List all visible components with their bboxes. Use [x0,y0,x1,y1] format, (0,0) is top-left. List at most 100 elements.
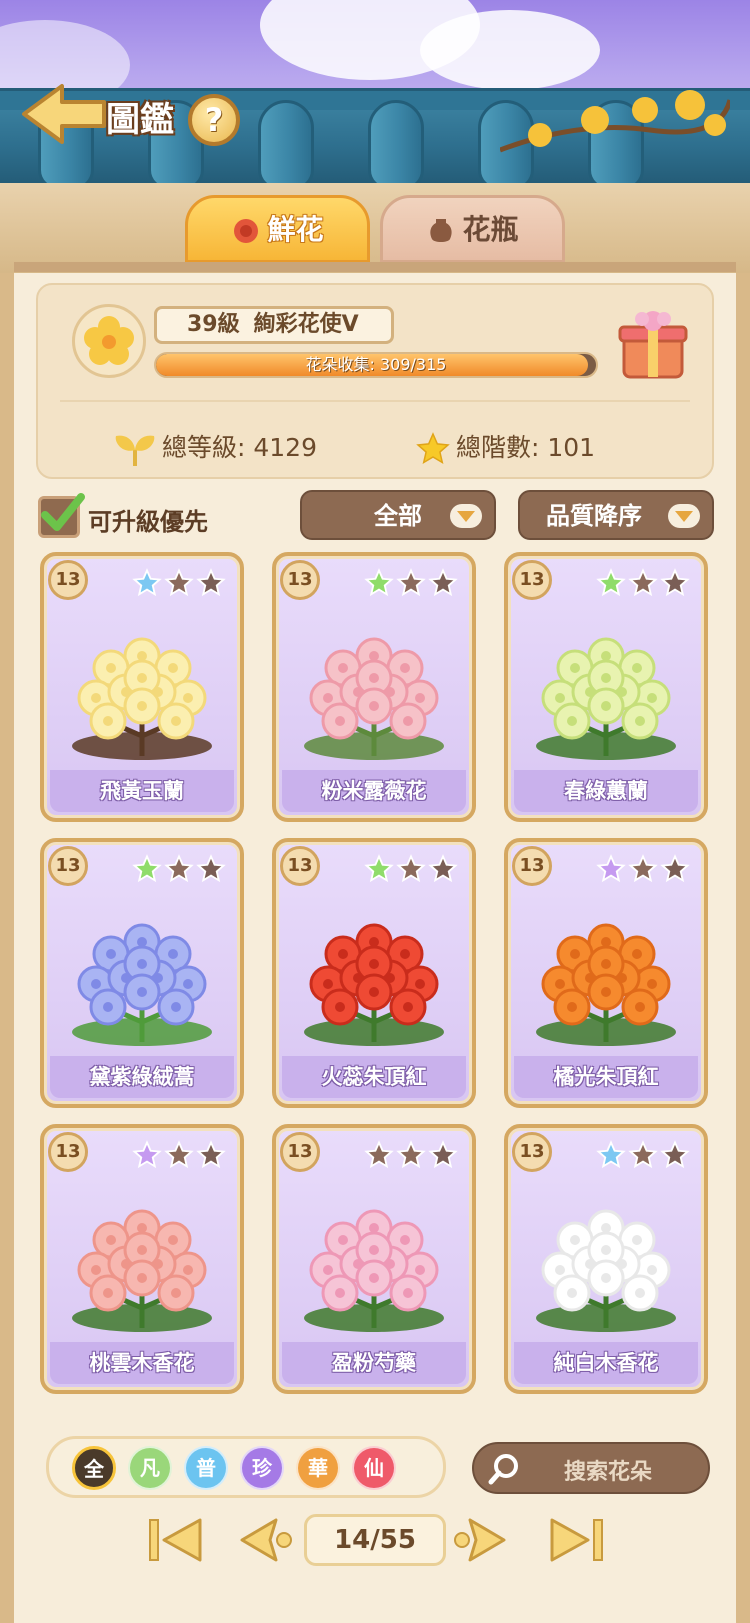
star-icon [596,1140,626,1170]
prev-page-icon[interactable] [236,1514,294,1566]
flower-branch-decoration [500,90,730,153]
flower-search-input[interactable]: 搜索花朵 [472,1442,710,1494]
star-icon [428,568,458,598]
star-icon [396,568,426,598]
checkmark-icon [41,493,85,531]
star-icon [596,568,626,598]
flower-level-badge: 13 [48,560,88,600]
star-icon [596,854,626,884]
star-icon [428,854,458,884]
flower-level-badge: 13 [512,560,552,600]
rarity-elegant-button[interactable]: 華 [296,1446,340,1490]
flower-illustration [56,606,228,766]
star-rating [362,568,458,602]
roof-tile [258,100,314,190]
flower-name: 火蕊朱頂紅 [282,1056,466,1098]
flower-level-badge: 13 [280,560,320,600]
flower-name: 粉米露薇花 [282,770,466,812]
flower-name: 橘光朱頂紅 [514,1056,698,1098]
star-rating [594,568,690,602]
upgrade-priority-label[interactable]: 可升級優先 [88,502,208,537]
star-rating [130,854,226,888]
star-icon [416,432,450,465]
flower-emblem-icon [84,316,134,365]
star-rating [362,854,458,888]
upgrade-priority-checkbox[interactable] [38,493,85,538]
total-stage-stat: 總階數: 101 [414,428,595,467]
tab-flowers-label: 鮮花 [267,213,324,246]
panel-header-band [0,183,750,273]
help-button[interactable]: ? [188,94,240,146]
flower-illustration [56,892,228,1052]
star-icon [164,854,194,884]
category-dropdown-value: 全部 [374,502,422,530]
search-placeholder: 搜索花朵 [564,1460,653,1485]
star-icon [164,1140,194,1170]
flower-name: 春綠蕙蘭 [514,770,698,812]
star-icon [196,1140,226,1170]
flower-illustration [288,606,460,766]
sort-dropdown-value: 品質降序 [546,502,642,530]
flower-card[interactable]: 13 黛紫綠絨蒿 [40,838,244,1108]
rarity-immortal-button[interactable]: 仙 [352,1446,396,1490]
sort-dropdown[interactable]: 品質降序 [518,490,714,540]
collection-progress-text: 花朵收集: 309/315 [305,355,447,374]
total-level-text: 總等級: 4129 [162,433,317,462]
flower-card[interactable]: 13 盈粉芍藥 [272,1124,476,1394]
search-icon [488,1454,518,1485]
next-page-icon[interactable] [452,1514,510,1566]
roof-tile [368,100,424,190]
rose-icon [234,219,259,243]
tab-vases[interactable]: 花瓶 [380,195,565,263]
flower-name: 桃雲木香花 [50,1342,234,1384]
player-level: 39級 [187,312,240,337]
flower-illustration [520,1178,692,1338]
rank-badge [72,304,146,378]
vase-icon [430,219,453,242]
flower-card[interactable]: 13 粉米露薇花 [272,552,476,822]
star-icon [396,1140,426,1170]
flower-illustration [288,892,460,1052]
star-icon [196,568,226,598]
flower-name: 飛黃玉蘭 [50,770,234,812]
flower-level-badge: 13 [512,1132,552,1172]
flower-card[interactable]: 13 純白木香花 [504,1124,708,1394]
tab-underline [14,262,736,272]
flower-card[interactable]: 13 春綠蕙蘭 [504,552,708,822]
star-icon [628,854,658,884]
flower-illustration [56,1178,228,1338]
tab-flowers[interactable]: 鮮花 [185,195,370,263]
flower-level-badge: 13 [512,846,552,886]
flower-name: 黛紫綠絨蒿 [50,1056,234,1098]
sprout-icon [115,435,155,466]
flower-card[interactable]: 13 橘光朱頂紅 [504,838,708,1108]
flower-illustration [520,892,692,1052]
first-page-icon[interactable] [146,1514,204,1566]
flower-name: 盈粉芍藥 [282,1342,466,1384]
star-icon [660,1140,690,1170]
star-rating [362,1140,458,1174]
flower-card[interactable]: 13 桃雲木香花 [40,1124,244,1394]
star-icon [132,854,162,884]
star-icon [132,568,162,598]
gift-box-icon[interactable] [618,305,688,381]
star-icon [428,1140,458,1170]
rarity-normal-button[interactable]: 普 [184,1446,228,1490]
stats-divider [60,400,690,402]
star-icon [364,854,394,884]
rarity-common-button[interactable]: 凡 [128,1446,172,1490]
flower-illustration [520,606,692,766]
last-page-icon[interactable] [548,1514,606,1566]
total-level-stat: 總等級: 4129 [112,428,317,466]
star-icon [628,568,658,598]
back-arrow-icon[interactable] [18,80,110,148]
flower-card[interactable]: 13 飛黃玉蘭 [40,552,244,822]
collection-progress-bar: 花朵收集: 309/315 [154,352,598,378]
player-rank: 絢彩花使V [253,312,359,337]
category-dropdown[interactable]: 全部 [300,490,496,540]
rarity-all-button[interactable]: 全 [72,1446,116,1490]
star-icon [132,1140,162,1170]
flower-card[interactable]: 13 火蕊朱頂紅 [272,838,476,1108]
page-title: 圖鑑 [106,100,174,140]
rarity-rare-button[interactable]: 珍 [240,1446,284,1490]
